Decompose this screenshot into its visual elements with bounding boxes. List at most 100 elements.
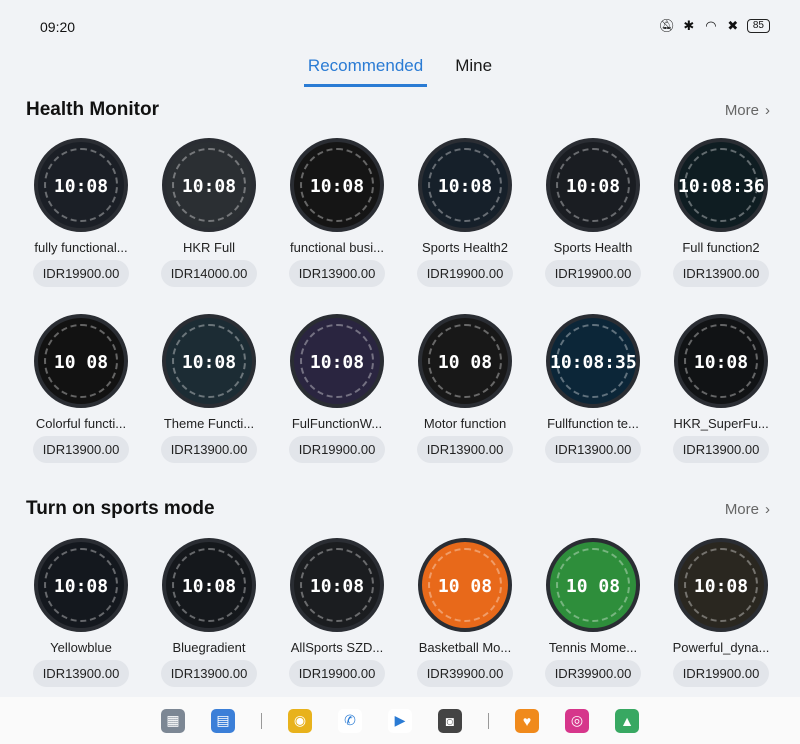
- price-button[interactable]: IDR19900.00: [288, 660, 386, 687]
- watch-face-card[interactable]: 10 08 Basketball Mo... IDR39900.00: [401, 538, 529, 687]
- watch-face-thumbnail[interactable]: 10:08:35: [546, 314, 640, 408]
- watch-face-thumbnail[interactable]: 10 08: [418, 314, 512, 408]
- watch-face-thumbnail[interactable]: 10:08: [34, 138, 128, 232]
- watch-face-name: Sports Health: [553, 240, 633, 255]
- no-sim-icon: ✖: [727, 18, 739, 33]
- watch-face-time: 10 08: [437, 352, 493, 373]
- file-manager-icon[interactable]: ▤: [211, 708, 235, 733]
- watch-face-name: HKR Full: [182, 240, 235, 255]
- watch-face-card[interactable]: 10 08 Colorful functi... IDR13900.00: [17, 314, 145, 463]
- watch-face-time: 10:08: [181, 176, 237, 197]
- watch-face-time: 10:08: [309, 176, 365, 197]
- watch-face-thumbnail[interactable]: 10:08: [290, 314, 384, 408]
- price-button[interactable]: IDR19900.00: [672, 660, 770, 687]
- watch-face-name: HKR_SuperFu...: [673, 416, 769, 431]
- watch-face-thumbnail[interactable]: 10 08: [34, 314, 128, 408]
- watch-face-card[interactable]: 10:08 Theme Functi... IDR13900.00: [145, 314, 273, 463]
- price-button[interactable]: IDR13900.00: [32, 436, 130, 463]
- app-grid-icon[interactable]: ▦: [161, 708, 185, 733]
- instagram-icon[interactable]: ◎: [565, 708, 589, 733]
- watch-face-card[interactable]: 10:08 fully functional... IDR19900.00: [17, 138, 145, 287]
- section-title-sports-mode: Turn on sports mode: [26, 498, 215, 519]
- watch-face-thumbnail[interactable]: 10 08: [546, 538, 640, 632]
- watch-face-card[interactable]: 10:08:36 Full function2 IDR13900.00: [657, 138, 785, 287]
- watch-face-time: 10:08: [53, 176, 109, 197]
- watch-face-thumbnail[interactable]: 10:08: [34, 538, 128, 632]
- price-button[interactable]: IDR13900.00: [672, 436, 770, 463]
- tab-recommended[interactable]: Recommended: [303, 52, 428, 87]
- watch-face-thumbnail[interactable]: 10:08: [674, 538, 768, 632]
- price-button[interactable]: IDR13900.00: [160, 436, 258, 463]
- watch-face-name: Full function2: [682, 240, 760, 255]
- watch-face-name: FulFunctionW...: [291, 416, 383, 431]
- watch-face-thumbnail[interactable]: 10:08: [162, 538, 256, 632]
- dock-separator: [488, 712, 489, 729]
- price-button[interactable]: IDR13900.00: [32, 660, 130, 687]
- watch-face-name: Colorful functi...: [35, 416, 127, 431]
- camera-icon[interactable]: ◙: [438, 708, 462, 733]
- watch-face-name: Sports Health2: [422, 240, 508, 255]
- dock-bar: ▦ ▤ ◉ ✆ ▶ ◙ ♥ ◎ ▲: [0, 697, 800, 744]
- watch-face-name: Fullfunction te...: [547, 416, 639, 431]
- watch-face-time: 10:08: [693, 352, 749, 373]
- price-button[interactable]: IDR19900.00: [416, 260, 514, 287]
- watch-face-thumbnail[interactable]: 10:08: [418, 138, 512, 232]
- price-button[interactable]: IDR13900.00: [544, 436, 642, 463]
- watch-face-card[interactable]: 10:08 functional busi... IDR13900.00: [273, 138, 401, 287]
- watch-face-time: 10 08: [437, 576, 493, 597]
- health-app-icon[interactable]: ♥: [515, 708, 539, 733]
- gallery-icon[interactable]: ▲: [615, 708, 639, 733]
- watch-face-card[interactable]: 10:08 Sports Health IDR19900.00: [529, 138, 657, 287]
- price-button[interactable]: IDR14000.00: [160, 260, 258, 287]
- price-button[interactable]: IDR19900.00: [32, 260, 130, 287]
- watch-face-name: Bluegradient: [172, 640, 246, 655]
- watch-face-time: 10:08: [565, 176, 621, 197]
- price-button[interactable]: IDR13900.00: [288, 260, 386, 287]
- watch-face-card[interactable]: 10 08 Motor function IDR13900.00: [401, 314, 529, 463]
- watch-face-thumbnail[interactable]: 10:08: [290, 538, 384, 632]
- watch-face-thumbnail[interactable]: 10:08: [546, 138, 640, 232]
- watch-face-card[interactable]: 10:08 HKR_SuperFu... IDR13900.00: [657, 314, 785, 463]
- phone-icon[interactable]: ✆: [338, 708, 362, 733]
- play-store-icon[interactable]: ▶: [388, 708, 412, 733]
- watch-face-card[interactable]: 10:08 AllSports SZD... IDR19900.00: [273, 538, 401, 687]
- price-button[interactable]: IDR13900.00: [160, 660, 258, 687]
- watch-face-card[interactable]: 10:08 Bluegradient IDR13900.00: [145, 538, 273, 687]
- watch-face-thumbnail[interactable]: 10:08: [162, 138, 256, 232]
- chevron-right-icon: ›: [765, 501, 770, 518]
- watch-face-card[interactable]: 10:08 HKR Full IDR14000.00: [145, 138, 273, 287]
- watch-face-thumbnail[interactable]: 10:08: [162, 314, 256, 408]
- watch-face-card[interactable]: 10:08 Powerful_dyna... IDR19900.00: [657, 538, 785, 687]
- watch-face-card[interactable]: 10 08 Tennis Mome... IDR39900.00: [529, 538, 657, 687]
- watch-face-card[interactable]: 10:08 FulFunctionW... IDR19900.00: [273, 314, 401, 463]
- more-label: More: [724, 102, 759, 119]
- watch-face-thumbnail[interactable]: 10:08: [674, 314, 768, 408]
- wifi-icon: ◠: [705, 18, 717, 33]
- price-button[interactable]: IDR13900.00: [416, 436, 514, 463]
- watch-face-card[interactable]: 10:08 Sports Health2 IDR19900.00: [401, 138, 529, 287]
- price-button[interactable]: IDR39900.00: [416, 660, 514, 687]
- chrome-icon[interactable]: ◉: [288, 708, 312, 733]
- section-title-health-monitor: Health Monitor: [26, 99, 159, 120]
- watch-face-time: 10 08: [565, 576, 621, 597]
- price-button[interactable]: IDR19900.00: [288, 436, 386, 463]
- watch-face-name: Yellowblue: [50, 640, 112, 655]
- price-button[interactable]: IDR19900.00: [544, 260, 642, 287]
- watch-face-name: functional busi...: [290, 240, 384, 255]
- status-time: 09:20: [40, 19, 76, 35]
- watch-face-thumbnail[interactable]: 10 08: [418, 538, 512, 632]
- watch-face-time: 10:08:36: [678, 176, 765, 197]
- watch-face-thumbnail[interactable]: 10:08: [290, 138, 384, 232]
- more-button-sports-mode[interactable]: More ›: [725, 501, 770, 518]
- more-button-health-monitor[interactable]: More ›: [725, 102, 770, 119]
- watch-face-time: 10:08: [309, 352, 365, 373]
- watch-face-time: 10:08: [53, 576, 109, 597]
- watch-face-card[interactable]: 10:08 Yellowblue IDR13900.00: [17, 538, 145, 687]
- watch-face-thumbnail[interactable]: 10:08:36: [674, 138, 768, 232]
- more-label: More: [724, 501, 759, 518]
- price-button[interactable]: IDR13900.00: [672, 260, 770, 287]
- watch-face-card[interactable]: 10:08:35 Fullfunction te... IDR13900.00: [529, 314, 657, 463]
- mute-icon: 🔕︎: [658, 18, 676, 33]
- tab-mine[interactable]: Mine: [451, 52, 496, 87]
- price-button[interactable]: IDR39900.00: [544, 660, 642, 687]
